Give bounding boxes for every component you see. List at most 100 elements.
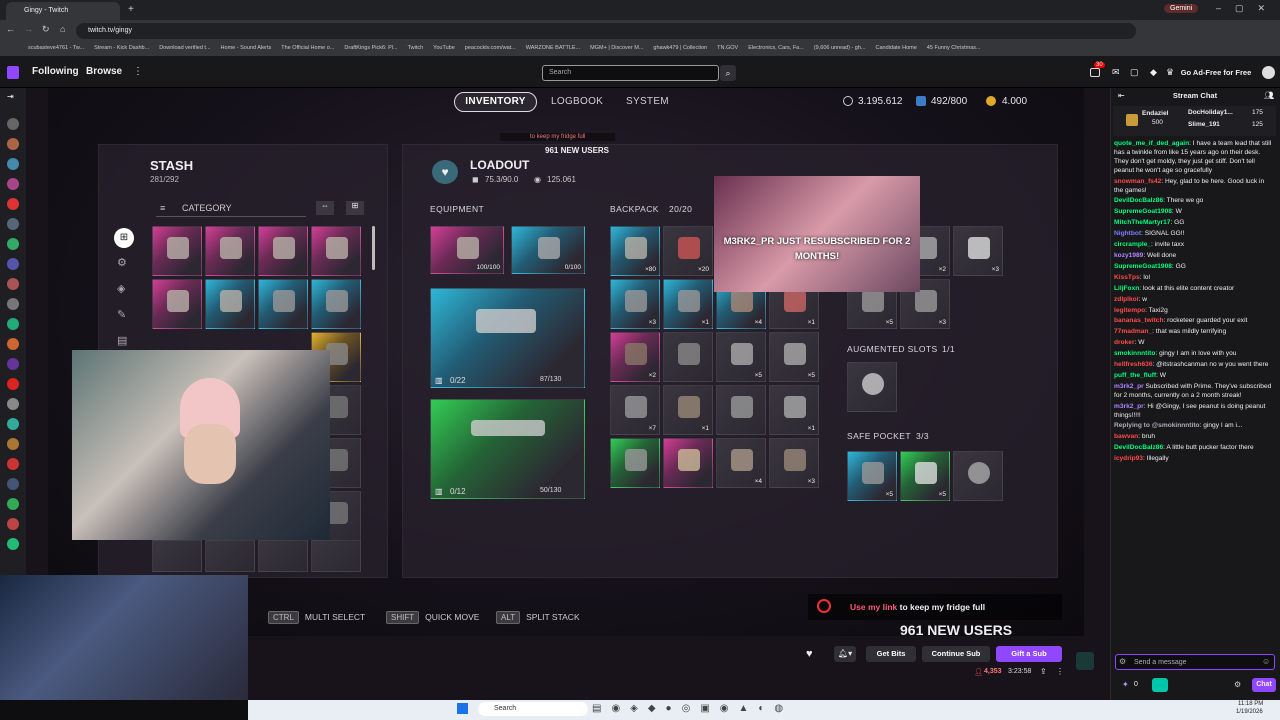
tab-system[interactable]: SYSTEM [626,96,669,107]
quick-slot[interactable]: ×3 [953,226,1003,276]
window-controls[interactable]: –▢✕ [1216,3,1279,14]
chat-username[interactable]: snowman_fs42 [1114,178,1161,185]
chat-username[interactable]: KissTps [1114,274,1140,281]
twitch-logo-icon[interactable] [7,66,19,79]
safe-pocket-slot[interactable]: ×5 [900,451,950,501]
bookmark-item[interactable]: 45 Funny Christmas... [927,45,981,53]
chat-users-icon[interactable]: 👥︎ [1264,91,1274,100]
backpack-slot[interactable]: ×5 [716,332,766,382]
ad-free-button[interactable]: Go Ad-Free for Free [1176,65,1256,81]
more-options-icon[interactable]: ⋮ [1056,667,1064,676]
bookmark-item[interactable]: Download verified t... [159,45,210,53]
stash-slot[interactable] [205,279,255,329]
bookmark-item[interactable]: Stream - Kick Dashb... [94,45,149,53]
category-icon[interactable]: ✎ [117,308,126,321]
chat-settings-icon[interactable]: ⚙ [1234,680,1241,689]
channel-avatar[interactable] [7,178,19,190]
bookmark-item[interactable]: scubasteve4761 - Tw... [28,45,84,53]
channel-avatar[interactable] [7,418,19,430]
chat-username[interactable]: bananas_twitch [1114,317,1163,324]
stash-slot[interactable] [258,540,308,572]
chat-username[interactable]: 77madman_ [1114,328,1152,335]
stash-slot[interactable] [152,226,202,276]
category-icon[interactable]: ◈ [117,282,125,295]
stack-icon[interactable]: ⊞ [346,201,364,215]
whispers-icon[interactable]: ✉ [1112,67,1120,78]
channel-points-icon[interactable]: ✦ [1122,680,1129,689]
bookmark-item[interactable]: DraftKings Pick6: Pl... [344,45,397,53]
tab-logbook[interactable]: LOGBOOK [551,96,603,107]
channel-avatar[interactable] [7,518,19,530]
chat-input[interactable]: Send a message [1115,654,1275,670]
points-claim-icon[interactable] [1152,678,1168,692]
safe-pocket-slot[interactable]: ×5 [847,451,897,501]
channel-avatar[interactable] [7,538,19,550]
category-icon[interactable]: ▤ [117,334,127,347]
stash-slot[interactable] [311,540,361,572]
channel-avatar[interactable] [7,258,19,270]
safe-pocket-slot[interactable] [953,451,1003,501]
channel-avatar[interactable] [7,278,19,290]
channel-avatar[interactable] [7,498,19,510]
stash-slot[interactable] [205,540,255,572]
new-tab-icon[interactable]: + [128,4,134,15]
search-input[interactable]: Search [542,65,719,81]
gemini-badge[interactable]: Gemini [1164,4,1199,13]
user-avatar[interactable] [1262,66,1275,79]
collapse-rail-icon[interactable]: ⇥ [7,92,19,104]
continue-sub-button[interactable]: Continue Sub [922,646,990,662]
channel-avatar[interactable] [7,358,19,370]
backpack-slot[interactable] [663,438,713,488]
bookmark-item[interactable]: The Official Home o... [281,45,334,53]
chat-settings-gear-icon[interactable]: ⚙ [1119,657,1126,666]
inbox-icon[interactable]: ▢ [1130,67,1139,78]
bookmark-item[interactable]: Twitch [408,45,424,53]
bookmark-item[interactable]: YouTube [433,45,455,53]
channel-avatar[interactable] [7,478,19,490]
channel-avatar[interactable] [7,158,19,170]
stash-slot[interactable] [152,540,202,572]
channel-avatar[interactable] [7,118,19,130]
notification-bell-icon[interactable]: 🔔︎▾ [834,646,856,662]
grid-view-icon[interactable]: ⊞ [114,228,134,248]
chat-username[interactable]: LiljFoxn [1114,285,1139,292]
chat-username[interactable]: circrample_ [1114,241,1151,248]
stash-slot[interactable] [311,279,361,329]
bookmark-item[interactable]: Electronics, Cars, Fa... [748,45,804,53]
share-icon[interactable]: ⇪ [1040,667,1047,676]
chat-username[interactable]: hellfresh636 [1114,361,1152,368]
channel-avatar[interactable] [7,218,19,230]
nav-following[interactable]: Following [32,66,79,77]
chat-username[interactable]: SupremeGoat1908 [1114,263,1172,270]
backpack-slot[interactable]: ×3 [769,438,819,488]
bookmark-item[interactable]: WARZONE BATTLE... [526,45,580,53]
channel-avatar[interactable] [7,238,19,250]
stash-slot[interactable] [311,226,361,276]
backpack-slot[interactable] [663,332,713,382]
backpack-slot[interactable]: ×4 [716,438,766,488]
channel-avatar[interactable] [7,138,19,150]
chat-username[interactable]: smokinnntito [1114,350,1155,357]
backpack-slot[interactable] [716,385,766,435]
nav-browse[interactable]: Browse [86,66,122,77]
taskbar-search[interactable]: Search [478,702,588,716]
category-filter[interactable]: CATEGORY [156,201,306,217]
search-icon[interactable]: ⌕ [720,65,736,81]
home-icon[interactable]: ⌂ [60,24,65,34]
shield-slot[interactable]: 100/100 [430,226,504,274]
backpack-slot[interactable]: ×1 [663,385,713,435]
bookmark-item[interactable]: Candidate Home [876,45,917,53]
sort-icon[interactable]: ⇔ [316,201,334,215]
channel-avatar[interactable] [7,438,19,450]
backpack-slot[interactable]: ×1 [663,279,713,329]
stash-slot[interactable] [205,226,255,276]
channel-avatar[interactable] [7,318,19,330]
crown-icon[interactable]: ♛ [1166,67,1174,78]
follow-heart-icon[interactable]: ♥ [806,648,813,660]
backpack-slot[interactable] [610,438,660,488]
weapon-slot-1[interactable] [430,288,585,388]
chat-username[interactable]: bawvan [1114,433,1138,440]
browser-tab[interactable]: Gingy - Twitch [6,2,120,20]
notifications-icon[interactable] [1090,68,1100,77]
channel-avatar[interactable] [7,458,19,470]
